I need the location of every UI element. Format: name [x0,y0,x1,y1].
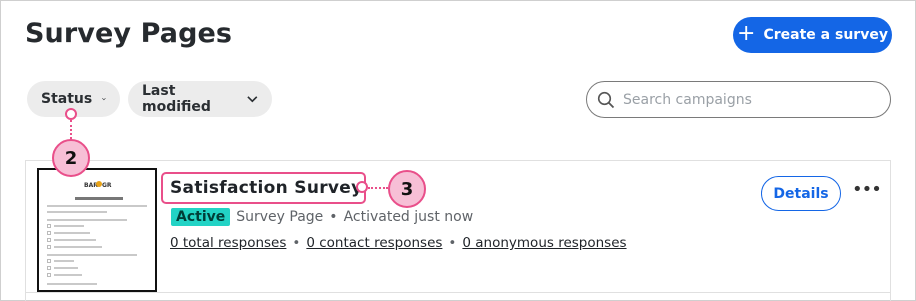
callout-connector-line [368,187,388,189]
callout-marker-3: 3 [388,170,426,208]
thumbnail-line [54,225,84,227]
chevron-down-icon [102,98,106,101]
contact-responses-link[interactable]: 0 contact responses [306,235,442,251]
response-links: 0 total responses • 0 contact responses … [170,235,627,251]
plus-icon: + [737,21,756,46]
thumbnail-checkbox [47,245,51,249]
thumbnail-line [47,219,127,221]
svg-text:BAR: BAR [84,182,98,189]
callout-anchor-ring [356,181,368,193]
links-separator: • [448,235,457,251]
survey-title-link[interactable]: Satisfaction Survey [170,178,363,198]
chevron-down-icon [247,96,258,103]
callout-marker-2: 2 [52,139,90,177]
last-modified-filter-label: Last modified [142,83,211,115]
status-filter-label: Status [41,91,93,107]
svg-text:GR: GR [102,182,112,189]
thumbnail-line [54,246,102,248]
search-input[interactable] [623,91,873,108]
more-options-icon[interactable]: ••• [852,181,882,203]
list-bottom-divider [25,292,891,293]
links-separator: • [292,235,301,251]
thumbnail-heading [75,197,123,200]
search-box[interactable] [586,81,891,118]
list-border-right [890,160,891,301]
total-responses-link[interactable]: 0 total responses [170,235,286,251]
bar-grille-logo-icon: BAR GR [84,181,112,189]
status-badge: Active [171,208,231,226]
thumbnail-line [54,260,74,262]
thumbnail-line [47,205,147,207]
details-button[interactable]: Details [761,176,841,211]
create-survey-label: Create a survey [763,27,888,43]
thumbnail-line [54,239,96,241]
survey-meta: Active Survey Page • Activated just now [171,208,473,226]
thumbnail-checkbox [47,238,51,242]
thumbnail-line [54,274,82,276]
survey-type: Survey Page [236,209,324,225]
thumbnail-checkbox [47,231,51,235]
thumbnail-checkbox [47,273,51,277]
thumbnail-line [54,267,78,269]
activated-text: Activated just now [343,209,474,225]
anonymous-responses-link[interactable]: 0 anonymous responses [462,235,626,251]
create-survey-button[interactable]: + Create a survey [733,17,892,53]
callout-connector-line [70,120,72,139]
thumbnail-checkbox [47,224,51,228]
callout-anchor-ring [65,108,77,120]
thumbnail-line [47,283,97,285]
search-icon [597,91,615,108]
last-modified-filter-dropdown[interactable]: Last modified [128,81,272,117]
page-title: Survey Pages [25,18,233,49]
list-top-divider [25,160,891,161]
thumbnail-line [54,232,90,234]
list-border-left [25,160,26,301]
thumbnail-line [47,211,107,213]
thumbnail-checkbox [47,266,51,270]
thumbnail-checkbox [47,259,51,263]
meta-separator: • [329,209,338,225]
survey-thumbnail[interactable]: BAR GR [37,168,157,292]
thumbnail-line [47,254,137,256]
